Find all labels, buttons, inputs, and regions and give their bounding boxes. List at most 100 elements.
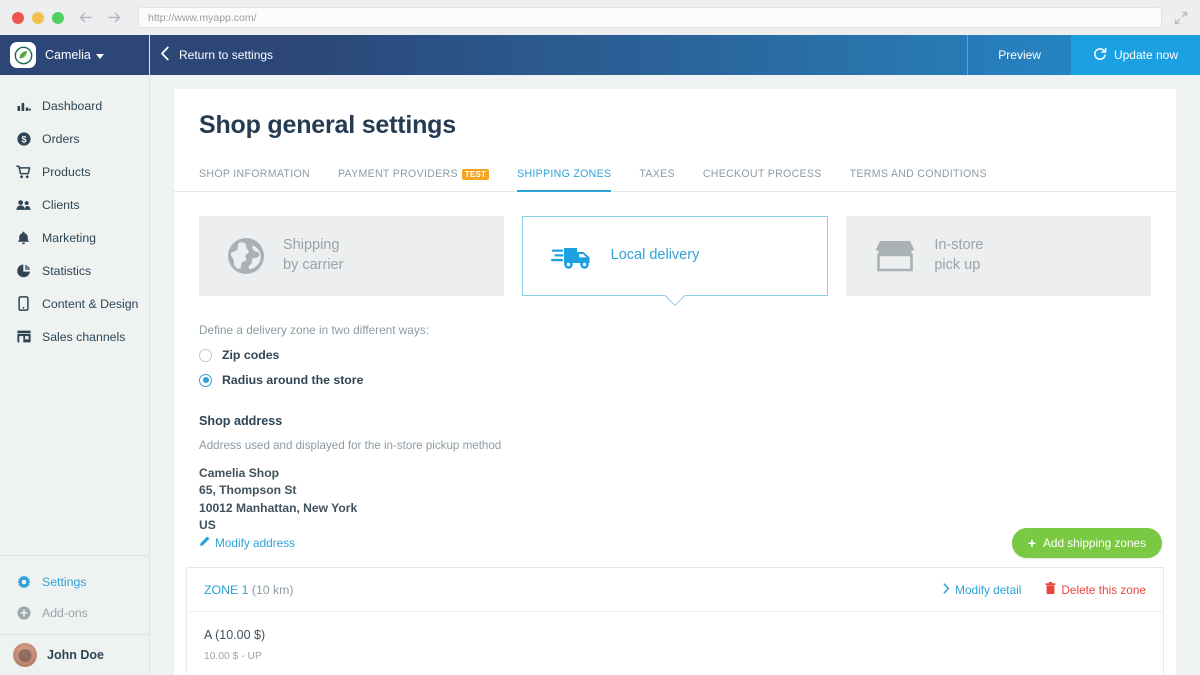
zone-body: A (10.00 $) 10.00 $ - UP: [187, 612, 1163, 674]
delivery-zone-options: Define a delivery zone in two different …: [174, 323, 1176, 552]
sidebar-item-label: Products: [42, 164, 91, 179]
delete-zone-label: Delete this zone: [1061, 582, 1146, 597]
method-card-shipping-by-carrier[interactable]: Shipping by carrier: [199, 216, 504, 296]
tab-terms-and-conditions[interactable]: TERMS AND CONDITIONS: [850, 160, 987, 191]
chevron-left-icon: [160, 46, 170, 64]
radio-button[interactable]: [199, 373, 212, 387]
modify-address-link[interactable]: Modify address: [199, 536, 295, 550]
method-card-label: Local delivery: [610, 247, 700, 264]
return-to-settings-link[interactable]: Return to settings: [150, 46, 273, 64]
app-shell: Camelia Dashboard $ Orders Products Clie…: [0, 35, 1200, 675]
tab-label: CHECKOUT PROCESS: [702, 168, 822, 180]
method-card-label: In-store pick up: [934, 236, 983, 275]
radio-label: Zip codes: [222, 348, 280, 362]
brand-bar[interactable]: Camelia: [0, 35, 149, 75]
shop-address-block: Camelia Shop 65, Thompson St 10012 Manha…: [199, 465, 1151, 534]
method-card-in-store-pickup[interactable]: In-store pick up: [846, 216, 1152, 296]
address-line: 65, Thompson St: [199, 483, 297, 498]
page-title: Shop general settings: [199, 111, 456, 139]
sidebar-item-settings[interactable]: Settings: [0, 566, 149, 597]
sidebar-item-sales-channels[interactable]: Sales channels: [0, 320, 149, 353]
bell-icon: [16, 230, 31, 245]
pie-chart-icon: [16, 263, 31, 278]
forward-arrow-icon[interactable]: [107, 11, 122, 24]
update-now-label: Update now: [1113, 48, 1178, 62]
address-line: Camelia Shop: [199, 466, 279, 480]
tab-shop-information[interactable]: SHOP INFORMATION: [199, 160, 310, 191]
shopping-cart-icon: [16, 164, 31, 179]
sidebar-user[interactable]: John Doe: [0, 634, 149, 675]
dollar-circle-icon: $: [16, 131, 31, 146]
preview-label: Preview: [998, 48, 1041, 62]
chevron-right-icon: [943, 583, 950, 597]
zone-actions: Modify detail Delete this zone: [943, 582, 1146, 597]
add-shipping-zones-button[interactable]: + Add shipping zones: [1011, 528, 1162, 559]
shipping-method-cards: Shipping by carrier Local delivery In-st…: [174, 192, 1176, 296]
shop-address-note: Address used and displayed for the in-st…: [199, 439, 502, 452]
sidebar-item-label: Orders: [42, 131, 80, 146]
minimize-window-button[interactable]: [32, 11, 44, 24]
method-label-line1: In-store: [934, 237, 984, 254]
mobile-phone-icon: [16, 296, 31, 311]
method-card-local-delivery[interactable]: Local delivery: [521, 216, 829, 296]
sidebar-item-label: Add-ons: [42, 605, 88, 620]
gear-icon: [16, 574, 31, 589]
shop-address-heading: Shop address: [199, 414, 283, 428]
tab-label: SHOP INFORMATION: [199, 168, 310, 180]
sidebar-item-clients[interactable]: Clients: [0, 188, 149, 221]
address-bar[interactable]: http://www.myapp.com/: [138, 7, 1162, 28]
zone-radius-label: (10 km): [251, 582, 294, 597]
preview-button[interactable]: Preview: [967, 35, 1071, 75]
radio-button[interactable]: [199, 348, 212, 362]
tab-checkout-process[interactable]: CHECKOUT PROCESS: [703, 160, 822, 191]
refresh-icon: [1093, 47, 1107, 64]
sidebar-item-label: Content & Design: [42, 296, 139, 311]
sidebar-item-label: Dashboard: [42, 98, 103, 113]
sidebar-nav: Dashboard $ Orders Products Clients Mark…: [0, 75, 149, 555]
sidebar-item-dashboard[interactable]: Dashboard: [0, 89, 149, 122]
update-now-button[interactable]: Update now: [1070, 35, 1200, 75]
delete-zone-button[interactable]: Delete this zone: [1045, 582, 1146, 597]
sidebar-item-addons[interactable]: Add-ons: [0, 597, 149, 628]
expand-icon[interactable]: [1174, 11, 1188, 25]
maximize-window-button[interactable]: [52, 11, 64, 24]
status-badge: TEST: [461, 168, 490, 180]
sidebar-item-products[interactable]: Products: [0, 155, 149, 188]
tab-taxes[interactable]: TAXES: [639, 160, 674, 191]
zone-hint-text: Define a delivery zone in two different …: [199, 323, 429, 337]
zone-title[interactable]: ZONE 1 (10 km): [204, 583, 294, 597]
sidebar-item-label: Sales channels: [42, 329, 126, 344]
delivery-truck-icon: [550, 240, 593, 272]
sidebar: Camelia Dashboard $ Orders Products Clie…: [0, 35, 150, 675]
sidebar-item-statistics[interactable]: Statistics: [0, 254, 149, 287]
back-arrow-icon[interactable]: [78, 11, 93, 24]
sidebar-item-orders[interactable]: $ Orders: [0, 122, 149, 155]
selected-card-notch: [662, 295, 688, 308]
storefront-icon: [874, 239, 916, 273]
window-traffic-lights: [12, 11, 64, 24]
address-line: US: [199, 517, 216, 532]
tab-payment-providers[interactable]: PAYMENT PROVIDERS TEST: [338, 160, 490, 191]
brand-switcher[interactable]: Camelia: [45, 48, 104, 62]
return-to-settings-label: Return to settings: [179, 48, 274, 62]
radio-option-zip-codes[interactable]: Zip codes: [199, 348, 1151, 362]
modify-detail-label: Modify detail: [955, 582, 1022, 597]
topbar-actions: Preview Update now: [967, 35, 1200, 75]
modify-detail-link[interactable]: Modify detail: [943, 583, 1021, 597]
user-name-label: John Doe: [47, 648, 104, 662]
sidebar-item-label: Clients: [42, 197, 80, 212]
bar-chart-icon: [16, 98, 31, 113]
method-card-label: Shipping by carrier: [283, 236, 343, 275]
method-label-line2: by carrier: [283, 257, 344, 273]
sidebar-item-marketing[interactable]: Marketing: [0, 221, 149, 254]
tab-shipping-zones[interactable]: SHIPPING ZONES: [517, 160, 612, 192]
storefront-icon: [16, 329, 31, 344]
close-window-button[interactable]: [12, 11, 24, 24]
radio-option-radius-around-store[interactable]: Radius around the store: [199, 373, 1151, 387]
tab-label: TERMS AND CONDITIONS: [849, 168, 987, 180]
trash-icon: [1045, 582, 1056, 597]
browser-nav-buttons: [78, 11, 122, 24]
sidebar-item-content-design[interactable]: Content & Design: [0, 287, 149, 320]
top-bar: Return to settings Preview Update now: [150, 35, 1200, 75]
sidebar-bottom-nav: Settings Add-ons: [0, 555, 149, 634]
